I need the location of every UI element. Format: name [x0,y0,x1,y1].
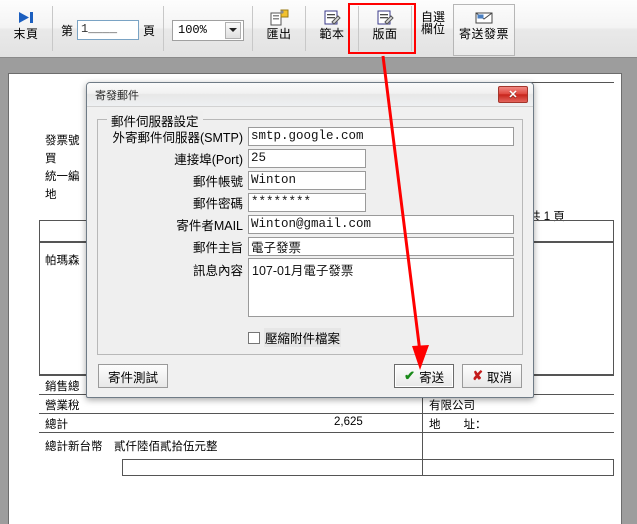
cancel-button-label: 取消 [486,370,512,385]
zoom-select[interactable]: 100% [172,19,245,41]
port-label: 連接埠(Port) [174,152,243,167]
send-mail-icon [475,7,493,28]
mail-account-input[interactable]: Winton [248,170,366,190]
custom-fields-label-line2: 欄位 [421,22,446,36]
send-mail-dialog: 寄發郵件 ✕ 郵件伺服器設定 外寄郵件伺服器(SMTP) smtp.google… [86,82,534,398]
address-field-label: 地 址： [429,419,487,431]
layout-icon [376,7,394,28]
compress-attachment-label: 壓縮附件檔案 [264,328,342,347]
page-suffix-label: 頁 [143,23,156,38]
chevron-down-icon[interactable] [225,21,242,39]
export-label: 匯出 [266,27,292,41]
port-input[interactable]: 25 [248,148,366,168]
sender-mail-label: 寄件者MAIL [176,218,243,233]
close-icon[interactable]: ✕ [498,86,528,103]
zoom-value: 100% [178,23,207,37]
template-icon [323,7,341,28]
export-button[interactable]: 匯出 [256,4,302,56]
field-row-mail-password: 郵件密碼 ******** [98,192,522,212]
dialog-title: 寄發郵件 [95,89,139,102]
field-row-sender-mail: 寄件者MAIL Winton@gmail.com [98,214,522,234]
last-page-icon [18,7,35,28]
sender-mail-input[interactable]: Winton@gmail.com [248,214,514,234]
compress-attachment-checkbox[interactable] [248,331,260,344]
compress-attachment-row: 壓縮附件檔案 [98,328,522,347]
test-mail-button[interactable]: 寄件測試 [98,364,169,388]
send-invoice-label: 寄送發票 [459,27,510,41]
x-icon: ✘ [472,368,483,383]
mail-subject-label: 郵件主旨 [192,240,243,255]
page-prefix-label: 第 [61,23,74,38]
mail-password-input[interactable]: ******** [248,192,366,212]
send-invoice-button[interactable]: 寄送發票 [453,4,516,56]
last-page-button[interactable]: 末頁 [3,4,49,56]
item-name: 帕瑪森 [45,255,80,267]
export-icon [270,7,289,28]
template-label: 範本 [319,27,345,41]
dialog-button-row: 寄件測試 ✔ 寄送 ✘ 取消 [98,364,522,388]
mail-subject-input[interactable]: 電子發票 [248,236,514,256]
mail-account-label: 郵件帳號 [192,174,243,189]
check-icon: ✔ [404,368,416,383]
groupbox-legend: 郵件伺服器設定 [107,111,203,130]
message-textarea[interactable]: 107-01月電子發票 [248,258,514,317]
send-button-label: 寄送 [419,370,445,385]
buyer-label: 買 [45,153,57,165]
field-row-port: 連接埠(Port) 25 [98,148,522,168]
mail-server-settings-group: 郵件伺服器設定 外寄郵件伺服器(SMTP) smtp.google.com 連接… [97,111,523,355]
template-button[interactable]: 範本 [309,4,355,56]
field-row-mail-subject: 郵件主旨 電子發票 [98,236,522,256]
field-row-message: 訊息內容 107-01月電子發票 [98,258,522,320]
field-row-mail-account: 郵件帳號 Winton [98,170,522,190]
mail-password-label: 郵件密碼 [192,196,243,211]
smtp-server-input[interactable]: smtp.google.com [248,126,514,146]
last-page-label: 末頁 [13,27,39,41]
layout-button[interactable]: 版面 [362,4,408,56]
send-button[interactable]: ✔ 寄送 [394,364,455,388]
message-label: 訊息內容 [192,264,243,278]
page-navigation-group: 第 1____ 頁 [55,3,161,57]
toolbar: 末頁 第 1____ 頁 100% 匯出 範本 版面 自選 欄位 寄送發票 [0,0,637,58]
business-tax-label: 營業稅 [45,400,80,412]
cancel-button[interactable]: ✘ 取消 [462,364,522,388]
page-input[interactable]: 1____ [77,20,140,40]
dialog-body: 郵件伺服器設定 外寄郵件伺服器(SMTP) smtp.google.com 連接… [87,107,533,397]
sales-total-label: 銷售總 [45,381,80,393]
grand-total-value: 2,625 [334,416,363,428]
app-window: 發票號 買 統一編 地 共 1 頁 帕瑪森 銷售總 營業稅 總計 2,625 總… [0,0,637,524]
amount-in-words: 總計新台幣 貳仟陸佰貳拾伍元整 [45,441,218,453]
address-label: 地 [45,189,57,201]
zoom-group: 100% [166,3,250,57]
grand-total-label: 總計 [45,419,68,431]
layout-label: 版面 [372,27,398,41]
tax-id-label: 統一編 [45,171,80,183]
custom-fields-button[interactable]: 自選 欄位 [415,4,451,56]
company-suffix: 有限公司 [429,400,475,412]
invoice-no-label: 發票號 [45,135,80,147]
dialog-titlebar[interactable]: 寄發郵件 ✕ [87,83,533,107]
